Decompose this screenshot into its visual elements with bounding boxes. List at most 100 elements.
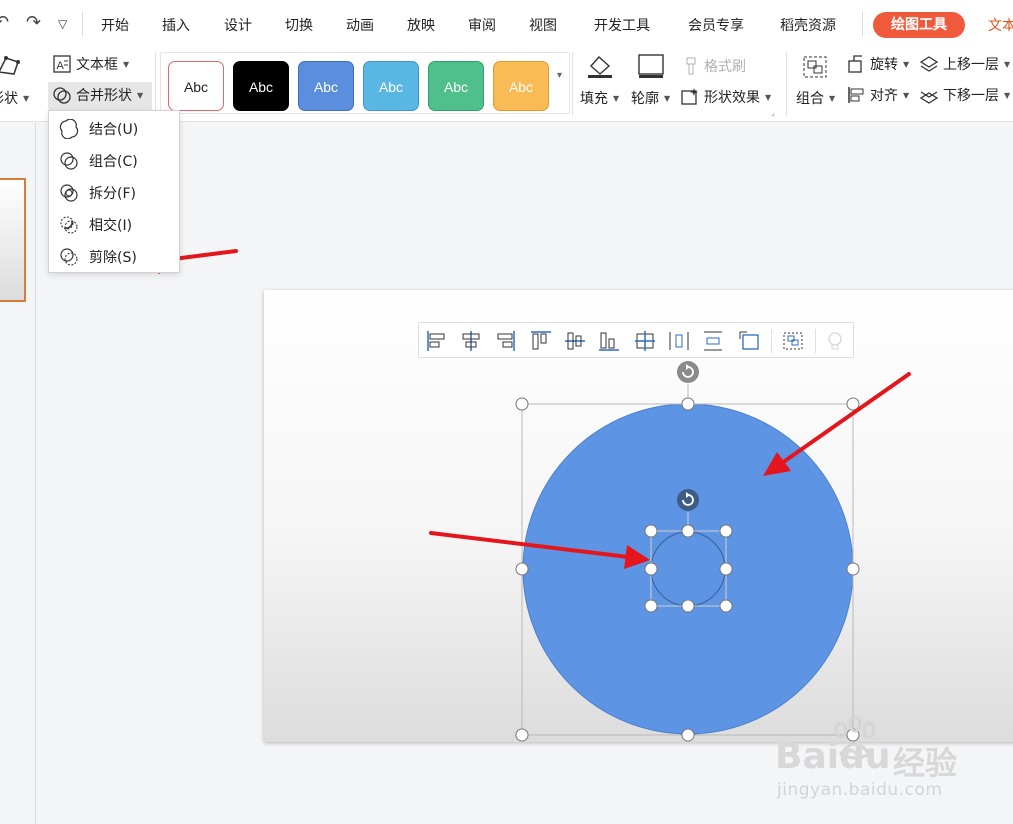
format-painter-icon	[686, 57, 696, 75]
ribbon-separator	[786, 52, 787, 116]
merge-shapes-label: 合并形状	[76, 88, 132, 104]
bring-forward-icon	[919, 56, 939, 72]
menu-bar: ↶ ↷ ▽ 开始 插入 设计 切换 动画 放映 审阅 视图 开发工具 会员专享 …	[0, 0, 1013, 48]
rotate-label: 旋转	[870, 57, 898, 73]
send-backward-icon	[919, 91, 939, 104]
style-swatch-1[interactable]: Abc	[168, 61, 224, 111]
tab-home[interactable]: 开始	[101, 15, 129, 35]
align-middle-icon[interactable]	[563, 330, 587, 352]
floating-align-toolbar	[418, 322, 854, 358]
redo-icon[interactable]: ↷	[26, 12, 41, 33]
dialog-launcher-icon[interactable]: ⌟	[771, 108, 775, 117]
watermark-cn: 经验	[893, 744, 958, 782]
menu-item-label: 剪除(S)	[89, 250, 137, 266]
gallery-more-icon[interactable]: ▾	[557, 70, 562, 81]
chevron-down-icon[interactable]: ▽	[58, 17, 67, 31]
shape-effects-icon	[681, 88, 698, 105]
fill-label: 填充	[580, 91, 608, 107]
rotate-button[interactable]: 旋转 ▼	[846, 54, 909, 74]
tab-developer[interactable]: 开发工具	[594, 15, 650, 35]
align-left-icon[interactable]	[425, 330, 449, 352]
align-right-icon[interactable]	[493, 330, 517, 352]
undo-icon[interactable]: ↶	[0, 12, 9, 33]
text-box-button[interactable]: A 文本框 ▼	[52, 54, 129, 74]
tab-view[interactable]: 视图	[529, 15, 557, 35]
union-icon	[59, 119, 79, 139]
combine-icon	[60, 152, 78, 170]
wps-presentation-window: ↶ ↷ ▽ 开始 插入 设计 切换 动画 放映 审阅 视图 开发工具 会员专享 …	[0, 0, 1013, 824]
shape-effects-button[interactable]: 形状效果 ▼	[680, 87, 771, 107]
fragment-icon	[60, 184, 78, 202]
align-top-icon[interactable]	[529, 330, 553, 352]
style-swatch-4[interactable]: Abc	[363, 61, 419, 111]
edit-shape-icon[interactable]	[0, 52, 22, 78]
menu-item-subtract[interactable]: 剪除(S)	[49, 241, 179, 273]
slide-thumbnail-1[interactable]	[0, 178, 26, 302]
tab-membership[interactable]: 会员专享	[688, 15, 744, 35]
rotate-icon	[848, 55, 862, 73]
menu-item-fragment[interactable]: 拆分(F)	[49, 177, 179, 209]
small-circle-rotation-handle[interactable]	[677, 489, 699, 511]
slide-thumbnail-panel	[0, 123, 36, 824]
edit-shape-button[interactable]: 形状 ▼	[0, 88, 29, 108]
group-icon[interactable]	[781, 330, 805, 352]
outline-icon[interactable]	[636, 52, 666, 80]
tab-text-tools[interactable]: 文本	[988, 15, 1013, 35]
distribute-vertical-icon[interactable]	[701, 330, 725, 352]
distribute-horizontal-icon[interactable]	[667, 330, 691, 352]
toolbar-separator	[815, 329, 816, 353]
fit-slide-icon[interactable]	[737, 330, 761, 352]
chevron-down-icon: ▼	[903, 59, 910, 69]
small-circle-shape[interactable]	[650, 531, 726, 607]
style-swatch-2[interactable]: Abc	[233, 61, 289, 111]
style-swatch-5[interactable]: Abc	[428, 61, 484, 111]
fill-button[interactable]: 填充 ▼	[580, 88, 619, 108]
menu-item-label: 拆分(F)	[89, 186, 136, 202]
ribbon-separator	[155, 52, 156, 116]
text-box-label: 文本框	[76, 57, 118, 73]
outline-label: 轮廓	[631, 91, 659, 107]
menu-separator	[82, 12, 83, 36]
outline-button[interactable]: 轮廓 ▼	[631, 88, 670, 108]
bring-forward-label: 上移一层	[943, 57, 999, 73]
menu-item-union[interactable]: 结合(U)	[49, 113, 179, 145]
align-horizontal-center-icon[interactable]	[633, 330, 657, 352]
align-button[interactable]: 对齐 ▼	[846, 85, 909, 105]
tab-drawing-tools[interactable]: 绘图工具	[873, 12, 965, 38]
menu-item-intersect[interactable]: 相交(I)	[49, 209, 179, 241]
align-bottom-icon[interactable]	[597, 330, 621, 352]
shape-style-gallery: Abc Abc Abc Abc Abc Abc	[160, 52, 570, 114]
chevron-down-icon: ▼	[613, 93, 620, 103]
fill-icon[interactable]	[585, 52, 615, 80]
menu-item-combine[interactable]: 组合(C)	[49, 145, 179, 177]
send-backward-button[interactable]: 下移一层 ▼	[919, 85, 1010, 105]
format-painter-button[interactable]: 格式刷	[682, 56, 746, 76]
watermark-brand: Baidu	[775, 736, 891, 777]
menu-item-label: 结合(U)	[89, 122, 139, 138]
ribbon-separator	[572, 52, 573, 116]
bring-forward-button[interactable]: 上移一层 ▼	[919, 54, 1010, 74]
chevron-down-icon: ▼	[664, 93, 671, 103]
tab-animation[interactable]: 动画	[346, 15, 374, 35]
chevron-down-icon: ▼	[123, 59, 130, 69]
tab-insert[interactable]: 插入	[162, 15, 190, 35]
big-circle-rotation-handle[interactable]	[677, 361, 699, 383]
tab-review[interactable]: 审阅	[468, 15, 496, 35]
tab-design[interactable]: 设计	[224, 15, 252, 35]
group-button[interactable]: 组合 ▼	[796, 88, 835, 108]
style-swatch-3[interactable]: Abc	[298, 61, 354, 111]
align-center-icon[interactable]	[459, 330, 483, 352]
merge-shapes-button[interactable]: 合并形状 ▼	[52, 85, 143, 105]
tab-slideshow[interactable]: 放映	[407, 15, 435, 35]
chevron-down-icon: ▼	[829, 93, 836, 103]
menu-item-label: 相交(I)	[89, 218, 133, 234]
subtract-icon	[60, 248, 78, 266]
text-box-icon: A	[53, 55, 71, 73]
style-swatch-6[interactable]: Abc	[493, 61, 549, 111]
intersect-icon	[60, 216, 78, 234]
tab-transitions[interactable]: 切换	[285, 15, 313, 35]
lightbulb-icon[interactable]	[823, 330, 847, 352]
merge-shapes-icon	[53, 87, 71, 104]
tab-docer-resources[interactable]: 稻壳资源	[780, 15, 836, 35]
group-icon[interactable]	[800, 53, 830, 81]
